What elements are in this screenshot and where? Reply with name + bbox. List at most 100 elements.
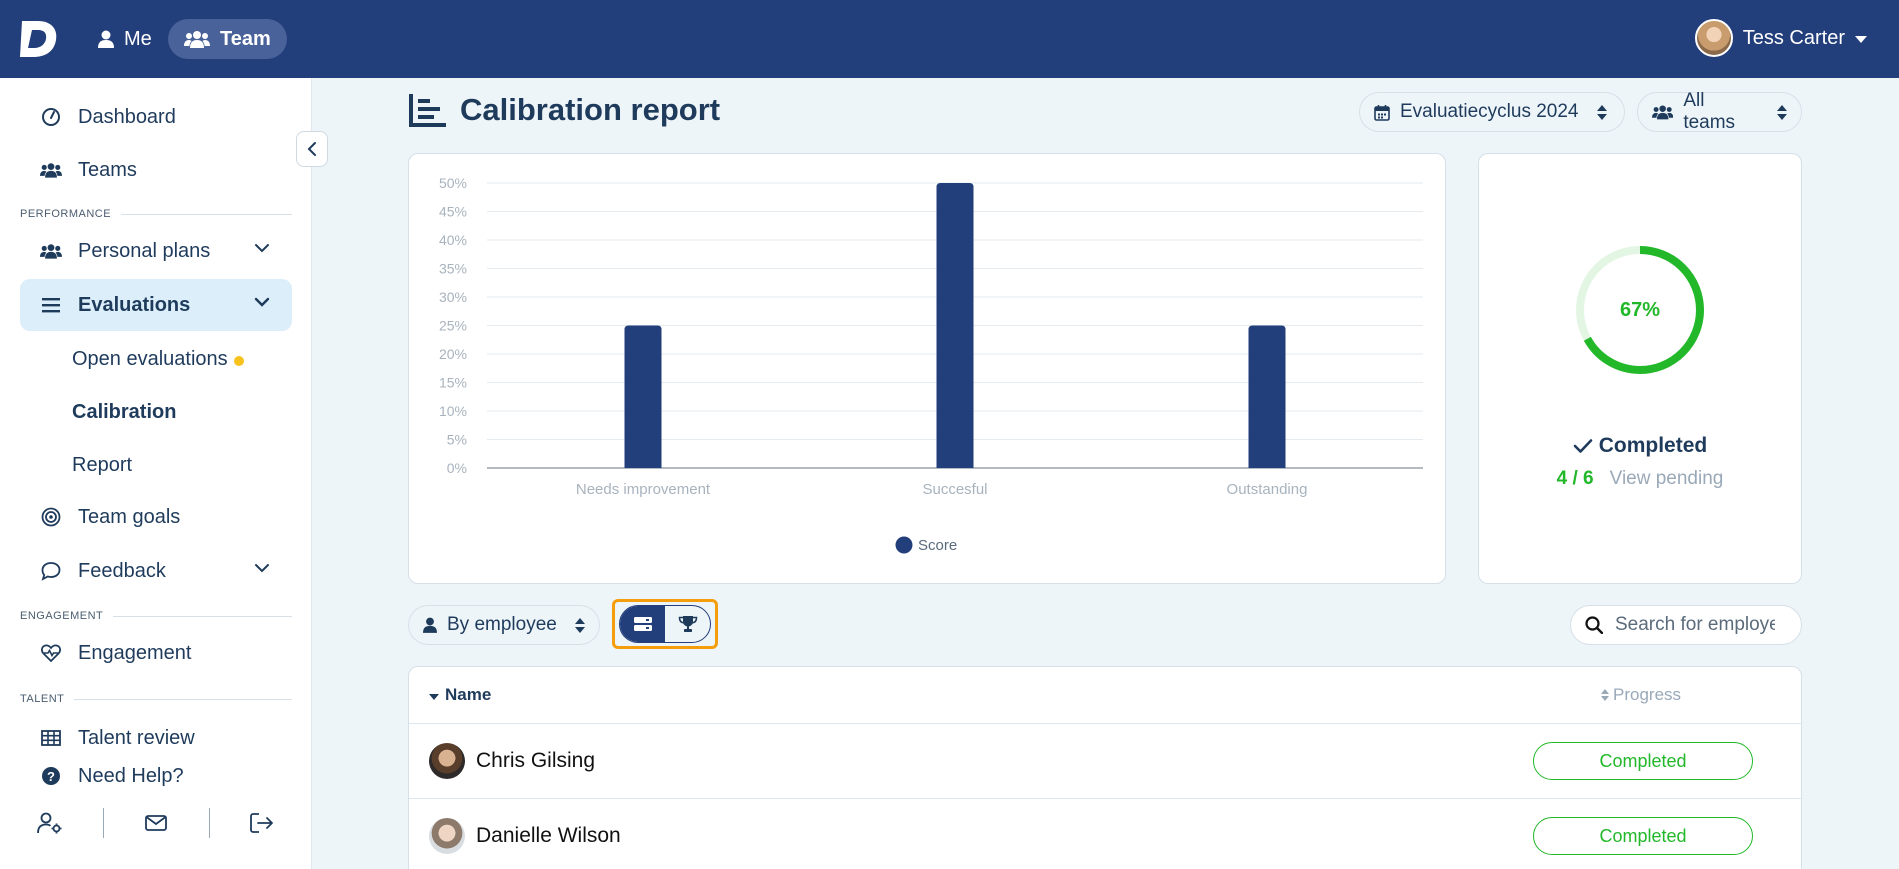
list-view-button[interactable] bbox=[620, 606, 665, 642]
trophy-icon bbox=[678, 616, 697, 632]
target-icon bbox=[40, 506, 62, 528]
section-label: PERFORMANCE bbox=[20, 208, 112, 220]
sidebar-item-label: Teams bbox=[78, 158, 137, 181]
x-tick-label: Needs improvement bbox=[576, 481, 711, 498]
column-header-progress[interactable]: Progress bbox=[1601, 667, 1681, 723]
bar bbox=[1248, 325, 1286, 468]
bar bbox=[936, 183, 974, 468]
sidebar-item-engagement[interactable]: Engagement bbox=[20, 627, 292, 679]
sidebar-item-evaluations[interactable]: Evaluations bbox=[20, 279, 292, 331]
search-input[interactable] bbox=[1615, 614, 1775, 636]
sidebar-item-label: Calibration bbox=[72, 400, 177, 423]
team-select[interactable]: All teams bbox=[1637, 90, 1802, 133]
table-row[interactable]: Danielle Wilson Completed bbox=[409, 798, 1801, 869]
pending-summary: 4 / 6 View pending bbox=[1478, 468, 1802, 490]
envelope-icon bbox=[145, 815, 167, 831]
section-label: TALENT bbox=[20, 693, 65, 705]
grid-icon bbox=[40, 727, 62, 749]
y-tick-label: 35% bbox=[439, 261, 467, 277]
cycle-select[interactable]: Evaluatiecyclus 2024 bbox=[1359, 92, 1625, 132]
sidebar-item-label: Team goals bbox=[78, 505, 181, 528]
avatar bbox=[429, 818, 465, 854]
view-pending-link[interactable]: View pending bbox=[1610, 468, 1724, 490]
divider bbox=[102, 808, 104, 838]
progress-percent: 67% bbox=[1619, 298, 1661, 321]
users-icon bbox=[40, 240, 62, 262]
user-gear-icon bbox=[37, 812, 62, 834]
x-tick-label: Succesful bbox=[922, 481, 987, 498]
completed-status: Completed bbox=[1478, 434, 1802, 458]
sidebar-item-label: Report bbox=[72, 453, 133, 476]
table-row[interactable]: Chris Gilsing Completed bbox=[409, 723, 1801, 798]
sidebar-item-team-goals[interactable]: Team goals bbox=[20, 491, 292, 543]
list-icon bbox=[40, 294, 62, 316]
svg-text:?: ? bbox=[47, 769, 55, 784]
nav-me-label: Me bbox=[124, 27, 152, 50]
collapse-sidebar-button[interactable] bbox=[296, 131, 328, 167]
y-tick-label: 0% bbox=[447, 460, 467, 476]
user-name: Tess Carter bbox=[1742, 26, 1845, 49]
top-bar: Me Team Tess Carter bbox=[0, 0, 1899, 78]
y-tick-label: 10% bbox=[439, 403, 467, 419]
search-box bbox=[1570, 605, 1802, 645]
sidebar-footer bbox=[20, 798, 292, 848]
status-badge: Completed bbox=[1533, 742, 1753, 780]
x-tick-label: Outstanding bbox=[1227, 481, 1308, 498]
sidebar-item-dashboard[interactable]: Dashboard bbox=[20, 91, 292, 143]
chart-bar-icon bbox=[409, 94, 446, 127]
section-engagement: ENGAGEMENT bbox=[20, 610, 292, 622]
chevron-left-icon bbox=[307, 142, 316, 156]
bar-chart: 0% 5% 10% 15% 20% 25% 30% 35% 40% 45% 50% Needs imp… bbox=[439, 175, 1423, 554]
sidebar-item-label: Evaluations bbox=[78, 293, 191, 316]
sidebar-item-teams[interactable]: Teams bbox=[20, 144, 292, 196]
nav-team[interactable]: Team bbox=[168, 19, 287, 59]
avatar bbox=[429, 743, 465, 779]
sidebar-item-personal-plans[interactable]: Personal plans bbox=[20, 225, 292, 277]
section-talent: TALENT bbox=[20, 693, 292, 705]
column-header-name[interactable]: Name bbox=[429, 667, 491, 723]
chevron-down-icon bbox=[255, 244, 269, 253]
sidebar-item-need-help[interactable]: ? Need Help? bbox=[20, 750, 292, 802]
notification-dot bbox=[233, 356, 244, 366]
view-toggle-group bbox=[619, 605, 711, 643]
group-by-select[interactable]: By employee bbox=[408, 605, 600, 645]
sort-icon bbox=[1596, 104, 1607, 120]
section-performance: PERFORMANCE bbox=[20, 208, 292, 220]
column-header-label: Progress bbox=[1613, 685, 1682, 704]
chevron-down-icon bbox=[255, 564, 269, 573]
users-icon bbox=[184, 31, 210, 48]
sort-icon bbox=[1777, 104, 1787, 120]
sidebar-item-label: Talent review bbox=[78, 726, 195, 749]
caret-down-icon bbox=[1855, 36, 1867, 43]
ranking-view-button[interactable] bbox=[665, 606, 710, 642]
logout-icon bbox=[250, 813, 273, 833]
users-icon bbox=[40, 159, 62, 181]
legend-swatch bbox=[895, 536, 913, 554]
page-title: Calibration report bbox=[408, 92, 720, 128]
section-divider bbox=[121, 213, 292, 215]
employee-table: Name Progress Chris Gilsing Completed Da… bbox=[408, 666, 1802, 869]
nav-me[interactable]: Me bbox=[92, 20, 158, 58]
chart-card: 0% 5% 10% 15% 20% 25% 30% 35% 40% 45% 50% Needs imp… bbox=[408, 153, 1446, 584]
gauge-icon bbox=[40, 106, 62, 128]
sidebar-item-label: Dashboard bbox=[78, 105, 176, 128]
question-circle-icon: ? bbox=[40, 765, 62, 787]
logout-button[interactable] bbox=[232, 803, 292, 843]
section-label: ENGAGEMENT bbox=[20, 610, 104, 622]
heart-pulse-icon bbox=[40, 642, 62, 664]
app-logo[interactable] bbox=[18, 18, 60, 60]
sidebar-item-calibration[interactable]: Calibration bbox=[72, 392, 176, 432]
sidebar-item-label: Open evaluations bbox=[72, 347, 228, 370]
section-divider bbox=[113, 615, 292, 617]
y-tick-label: 25% bbox=[439, 318, 467, 334]
user-settings-button[interactable] bbox=[20, 803, 80, 843]
sidebar-item-report[interactable]: Report bbox=[72, 445, 132, 485]
user-menu[interactable]: Tess Carter bbox=[1694, 16, 1867, 60]
legend-label: Score bbox=[918, 537, 957, 554]
sidebar-item-feedback[interactable]: Feedback bbox=[20, 545, 292, 597]
messages-button[interactable] bbox=[126, 803, 186, 843]
calendar-icon bbox=[1374, 104, 1390, 121]
sidebar-item-open-evaluations[interactable]: Open evaluations bbox=[72, 339, 244, 379]
check-icon bbox=[1573, 439, 1593, 453]
sidebar: Dashboard Teams PERFORMANCE Personal pla… bbox=[0, 78, 312, 869]
